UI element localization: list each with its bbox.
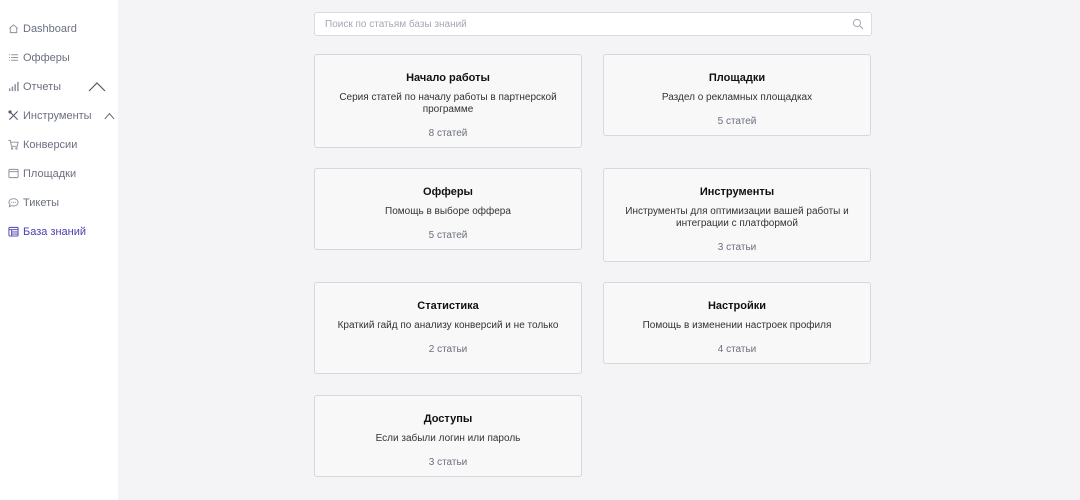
card-title: Настройки	[707, 300, 767, 312]
chevron-up-icon[interactable]	[88, 81, 106, 92]
sidebar-item-label: Тикеты	[23, 196, 60, 209]
card-article-count: 8 статей	[428, 128, 468, 139]
window-icon	[8, 168, 19, 179]
sidebar-item-label: Площадки	[23, 167, 77, 180]
card-article-count: 3 статьи	[717, 242, 757, 253]
sidebar-item-dashboard[interactable]: Dashboard	[0, 14, 118, 43]
card-title: Доступы	[423, 413, 473, 425]
kb-category-card[interactable]: Настройки Помощь в изменении настроек пр…	[603, 282, 871, 364]
search-icon[interactable]	[852, 18, 864, 30]
sidebar-item-placements[interactable]: Площадки	[0, 159, 118, 188]
card-title: Офферы	[423, 186, 473, 198]
card-article-count: 4 статьи	[717, 344, 757, 355]
bar-chart-icon	[8, 81, 19, 92]
sidebar-item-label: База знаний	[23, 225, 87, 238]
card-title: Площадки	[708, 72, 766, 84]
sidebar-item-knowledge-base[interactable]: База знаний	[0, 217, 118, 246]
card-title: Начало работы	[406, 72, 490, 84]
card-description: Инструменты для оптимизации вашей работы…	[625, 206, 849, 229]
list-icon	[8, 52, 19, 63]
cart-icon	[8, 139, 19, 150]
chat-icon	[8, 197, 19, 208]
book-icon	[8, 226, 19, 237]
sidebar-item-label: Конверсии	[23, 138, 78, 151]
card-title: Статистика	[417, 300, 479, 312]
sidebar: Dashboard Офферы Отчеты Инструменты Конв…	[0, 0, 118, 500]
sidebar-item-reports[interactable]: Отчеты	[0, 72, 118, 101]
main-content: Начало работы Серия статей по началу раб…	[118, 0, 1080, 500]
card-description: Помощь в выборе оффера	[385, 206, 511, 217]
chevron-up-icon[interactable]	[104, 110, 118, 121]
card-description: Краткий гайд по анализу конверсий и не т…	[337, 320, 559, 331]
kb-category-card[interactable]: Инструменты Инструменты для оптимизации …	[603, 168, 871, 262]
sidebar-item-conversions[interactable]: Конверсии	[0, 130, 118, 159]
card-title: Инструменты	[699, 186, 775, 198]
kb-category-card[interactable]: Статистика Краткий гайд по анализу конве…	[314, 282, 582, 374]
kb-category-card[interactable]: Начало работы Серия статей по началу раб…	[314, 54, 582, 148]
card-article-count: 2 статьи	[428, 344, 468, 355]
tools-icon	[8, 110, 19, 121]
card-article-count: 5 статей	[717, 116, 757, 127]
sidebar-item-label: Инструменты	[23, 109, 92, 122]
home-icon	[8, 23, 19, 34]
card-description: Серия статей по началу работы в партнерс…	[339, 92, 557, 115]
kb-category-card[interactable]: Площадки Раздел о рекламных площадках 5 …	[603, 54, 871, 136]
card-description: Если забыли логин или пароль	[375, 433, 521, 444]
kb-category-card[interactable]: Доступы Если забыли логин или пароль 3 с…	[314, 395, 582, 477]
card-description: Помощь в изменении настроек профиля	[642, 320, 832, 331]
card-article-count: 5 статей	[428, 230, 468, 241]
sidebar-item-offers[interactable]: Офферы	[0, 43, 118, 72]
search-box	[314, 12, 872, 36]
card-description: Раздел о рекламных площадках	[661, 92, 813, 103]
sidebar-item-label: Офферы	[23, 51, 70, 64]
card-article-count: 3 статьи	[428, 457, 468, 468]
sidebar-item-tools[interactable]: Инструменты	[0, 101, 118, 130]
kb-category-card[interactable]: Офферы Помощь в выборе оффера 5 статей	[314, 168, 582, 250]
sidebar-item-tickets[interactable]: Тикеты	[0, 188, 118, 217]
search-input[interactable]	[315, 13, 871, 35]
sidebar-item-label: Отчеты	[23, 80, 62, 93]
sidebar-item-label: Dashboard	[23, 22, 77, 35]
